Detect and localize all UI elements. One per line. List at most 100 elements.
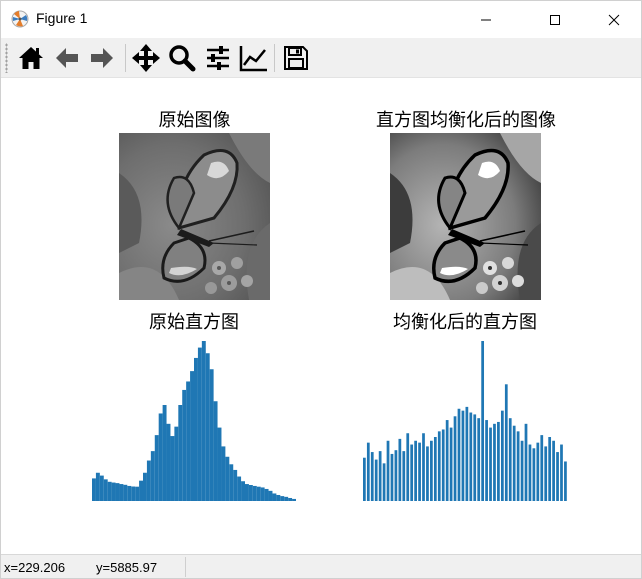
status-bar: x=229.206 y=5885.97 xyxy=(1,554,641,578)
move-arrows-icon xyxy=(132,44,160,72)
histogram-bar xyxy=(245,484,249,501)
histogram-bar xyxy=(378,451,382,501)
histogram-bar xyxy=(162,405,167,501)
histogram-bar xyxy=(139,480,143,501)
figure-canvas[interactable]: 原始图像 直方图均衡化后的图像 原始直方图 均衡化后的直方图 xyxy=(1,78,641,554)
histogram-bar xyxy=(233,469,238,501)
toolbar-separator xyxy=(125,44,126,72)
histogram-bar xyxy=(386,440,390,501)
cursor-y-readout: y=5885.97 xyxy=(96,560,158,575)
histogram-bar xyxy=(410,444,414,501)
histogram-bar xyxy=(449,427,453,501)
histogram-bar xyxy=(457,408,461,501)
histogram-bar xyxy=(497,421,500,501)
histogram-bar xyxy=(158,413,163,501)
histogram-bar xyxy=(370,452,374,501)
histogram-bar xyxy=(382,463,386,501)
sliders-icon xyxy=(207,46,229,70)
histogram-bar xyxy=(564,461,567,501)
histogram-bar xyxy=(524,423,528,501)
histogram-bar xyxy=(288,497,293,501)
histogram-bar xyxy=(182,389,187,501)
home-icon xyxy=(19,47,43,69)
configure-subplots-button[interactable] xyxy=(202,42,234,74)
minimize-icon xyxy=(481,19,491,20)
histogram-bar xyxy=(150,451,155,501)
histogram-bar xyxy=(453,416,457,501)
subplot-title-equalized-histogram: 均衡化后的直方图 xyxy=(393,312,537,333)
histogram-bar xyxy=(528,444,532,501)
status-divider xyxy=(185,557,186,577)
histogram-bar xyxy=(418,442,421,501)
original-image-axes[interactable] xyxy=(119,133,270,300)
histogram-bar xyxy=(237,476,242,501)
histogram-bar xyxy=(441,429,445,501)
histogram-bar xyxy=(127,485,132,501)
histogram-bar xyxy=(508,418,512,501)
forward-button[interactable] xyxy=(86,42,118,74)
histogram-bar xyxy=(485,420,488,501)
histogram-bar xyxy=(512,425,516,501)
histogram-bar xyxy=(469,412,473,501)
figure-window: Figure 1 原始图像 直方图均衡化后的图像 原始直方图 均衡化后的直方图 … xyxy=(0,0,642,579)
title-bar[interactable]: Figure 1 xyxy=(1,1,641,38)
arrow-left-icon xyxy=(56,48,78,68)
pan-button[interactable] xyxy=(130,42,162,74)
histogram-bar xyxy=(536,442,540,501)
save-button[interactable] xyxy=(280,42,312,74)
histogram-bar xyxy=(241,481,245,501)
histogram-bar xyxy=(280,496,285,501)
equalized-image-axes[interactable] xyxy=(390,133,541,300)
histogram-bar xyxy=(264,488,269,501)
magnifier-icon xyxy=(169,45,196,72)
histogram-bar xyxy=(170,436,175,501)
histogram-bar xyxy=(465,406,469,501)
histogram-bar xyxy=(473,414,477,501)
equalized-butterfly-image xyxy=(390,133,541,300)
histogram-bar xyxy=(135,486,140,501)
histogram-bar xyxy=(154,435,159,501)
equalized-histogram-axes[interactable] xyxy=(363,339,568,501)
histogram-bar xyxy=(205,353,210,501)
histogram-bar xyxy=(119,484,124,501)
minimize-button[interactable] xyxy=(463,1,509,38)
histogram-bar xyxy=(363,457,366,501)
original-butterfly-image xyxy=(119,133,270,300)
histogram-bar xyxy=(115,483,120,501)
zoom-button[interactable] xyxy=(166,42,198,74)
histogram-bar xyxy=(433,437,437,501)
toolbar-grip[interactable] xyxy=(5,43,8,73)
close-button[interactable] xyxy=(591,1,637,38)
histogram-bar xyxy=(178,405,183,501)
histogram-bar xyxy=(95,472,100,501)
histogram-bar xyxy=(560,444,563,501)
cursor-x-readout: x=229.206 xyxy=(4,560,66,575)
histogram-bar xyxy=(481,341,485,501)
histogram-bar xyxy=(489,427,492,501)
maximize-button[interactable] xyxy=(532,1,578,38)
histogram-bar xyxy=(422,433,425,501)
histogram-bar xyxy=(540,435,544,501)
histogram-bar xyxy=(394,450,398,501)
histogram-bar xyxy=(374,459,378,501)
original-histogram-axes[interactable] xyxy=(92,339,296,501)
home-button[interactable] xyxy=(15,42,47,74)
histogram-bar xyxy=(107,481,112,501)
histogram-bar xyxy=(111,482,116,501)
histogram-bar xyxy=(92,478,96,501)
back-button[interactable] xyxy=(51,42,83,74)
histogram-bar xyxy=(430,440,433,501)
histogram-bar xyxy=(260,487,265,501)
histogram-bar xyxy=(213,401,218,501)
histogram-bar xyxy=(500,410,504,501)
maximize-icon xyxy=(550,14,560,25)
histogram-bar xyxy=(99,475,104,501)
histogram-bar xyxy=(292,498,296,501)
edit-axes-button[interactable] xyxy=(238,42,270,74)
histogram-bar xyxy=(256,486,261,501)
histogram-bar xyxy=(437,431,441,501)
histogram-bar xyxy=(366,442,370,501)
histogram-bar xyxy=(221,446,226,501)
subplot-title-original-image: 原始图像 xyxy=(158,110,231,131)
histogram-bar xyxy=(445,420,449,501)
